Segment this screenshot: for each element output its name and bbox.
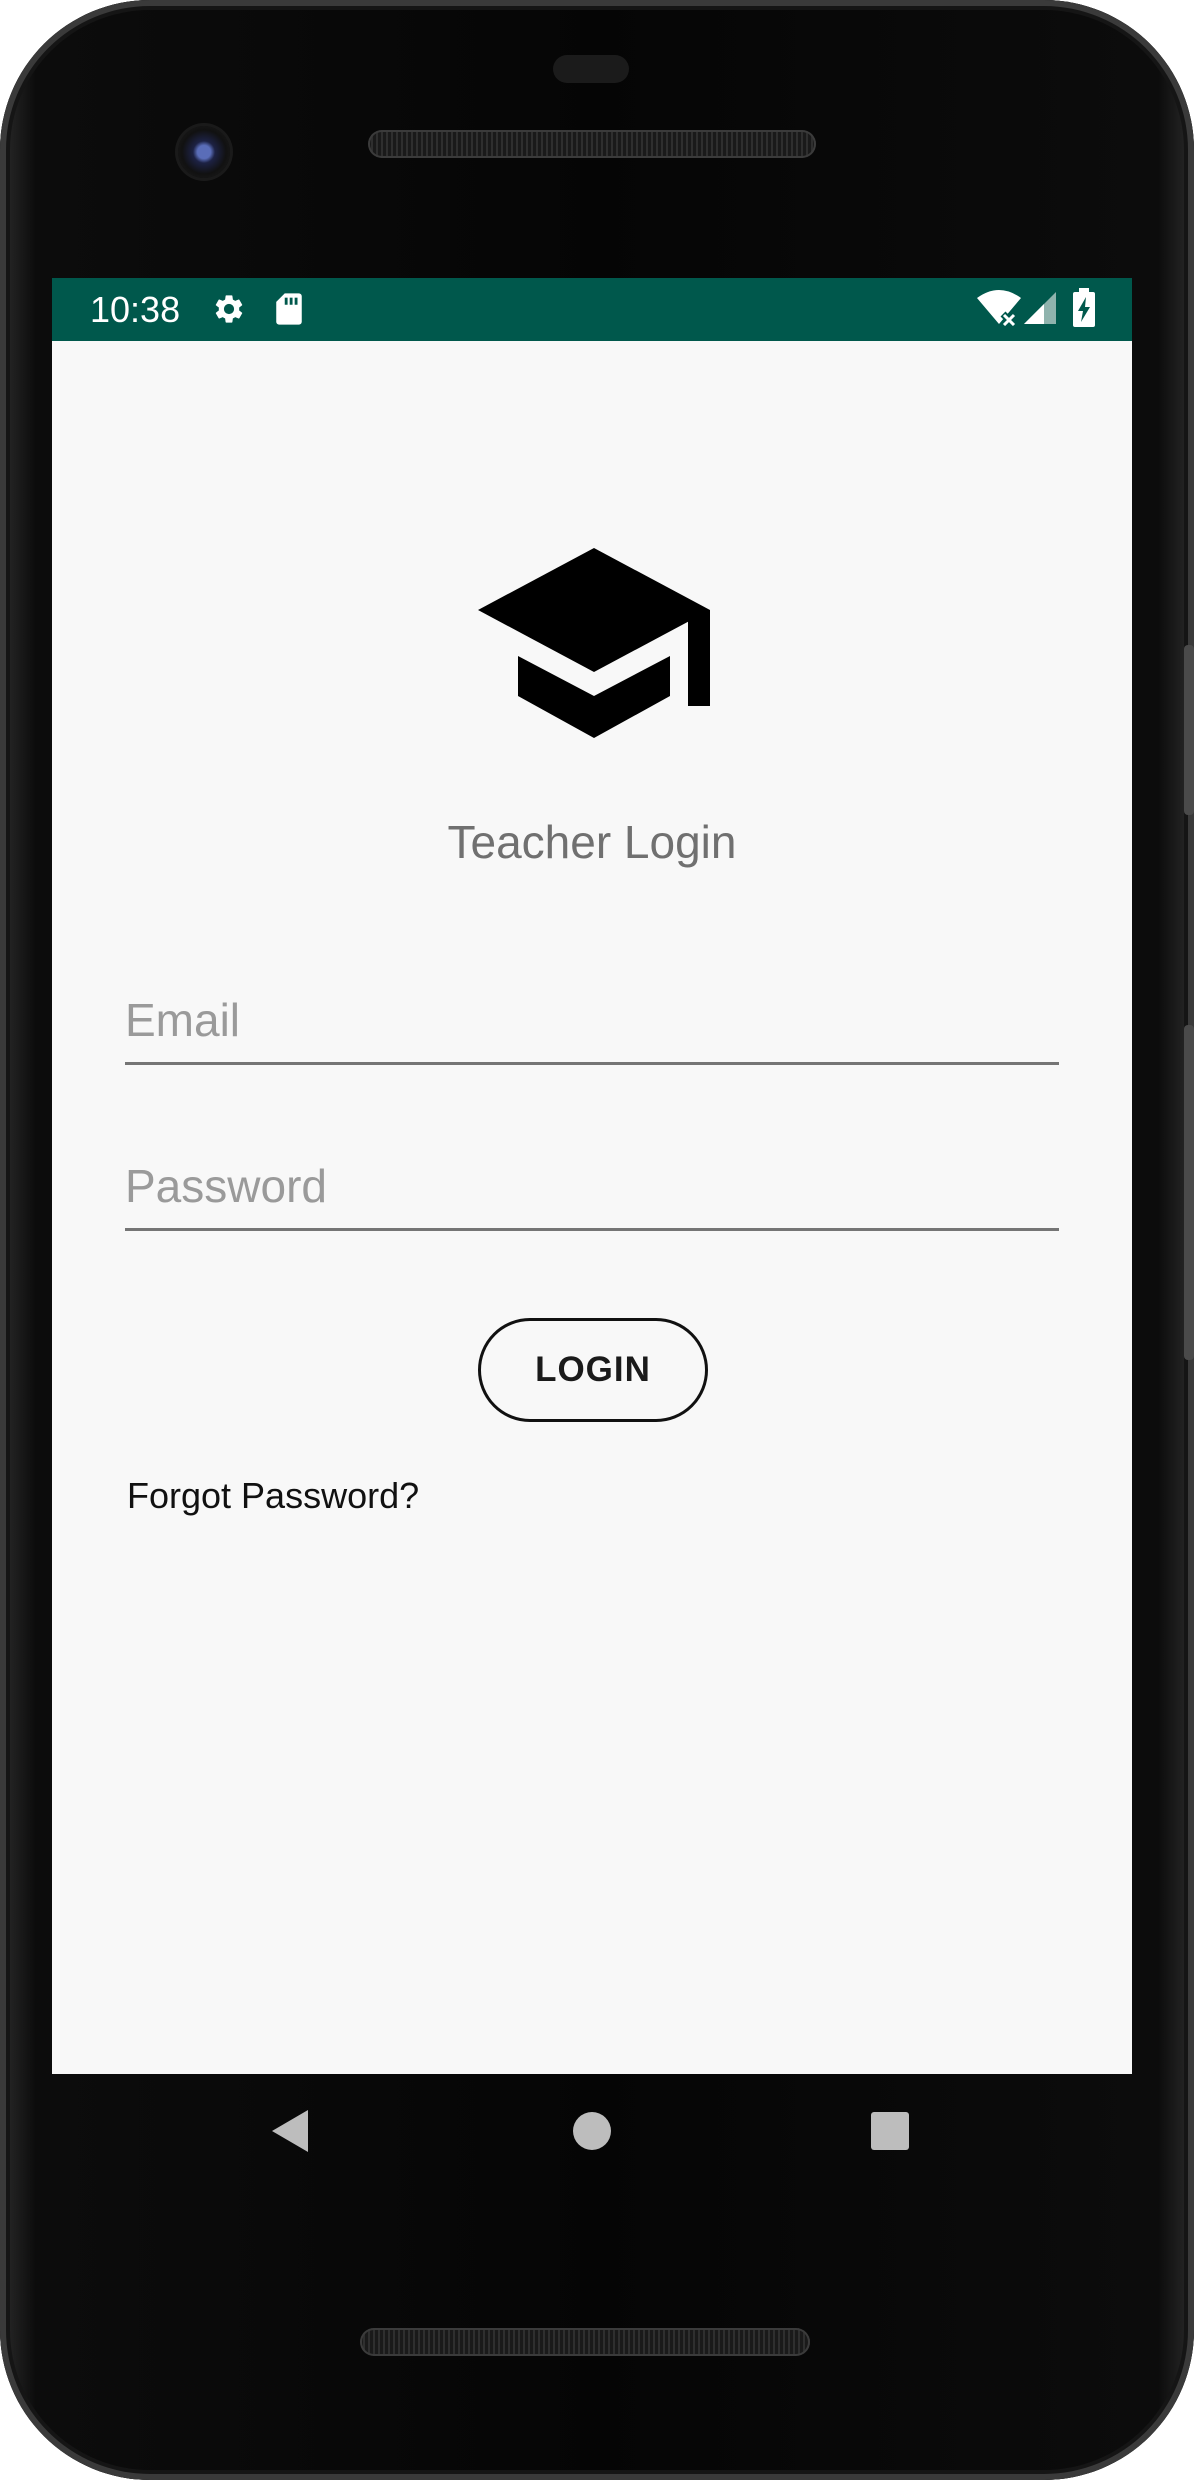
login-button[interactable]: LOGIN xyxy=(478,1318,708,1422)
power-button[interactable] xyxy=(1184,645,1194,815)
volume-rocker[interactable] xyxy=(1184,1025,1194,1360)
earpiece-speaker xyxy=(368,130,816,158)
wifi-off-icon xyxy=(976,290,1022,326)
bottom-speaker xyxy=(360,2328,810,2356)
email-field[interactable] xyxy=(125,985,1059,1065)
cellular-signal-icon xyxy=(1022,290,1058,326)
forgot-password-link[interactable]: Forgot Password? xyxy=(127,1474,419,1518)
page-title: Teacher Login xyxy=(447,816,737,868)
sd-card-icon xyxy=(274,292,304,326)
password-field[interactable] xyxy=(125,1151,1059,1231)
phone-frame: 10:38 Teacher Login Email LOGIN Forgot P… xyxy=(0,0,1194,2480)
graduation-cap-icon xyxy=(476,548,712,748)
status-bar: 10:38 xyxy=(52,278,1132,341)
recents-icon[interactable] xyxy=(870,2111,910,2151)
gear-icon xyxy=(212,292,246,326)
home-icon[interactable] xyxy=(572,2111,612,2151)
proximity-sensor xyxy=(553,55,629,83)
status-time: 10:38 xyxy=(90,289,181,330)
back-icon[interactable] xyxy=(270,2108,310,2154)
battery-charging-icon xyxy=(1072,288,1096,328)
app-screen: 10:38 Teacher Login Email LOGIN Forgot P… xyxy=(52,278,1132,2074)
navigation-bar xyxy=(0,2074,1194,2204)
front-camera xyxy=(178,126,230,178)
